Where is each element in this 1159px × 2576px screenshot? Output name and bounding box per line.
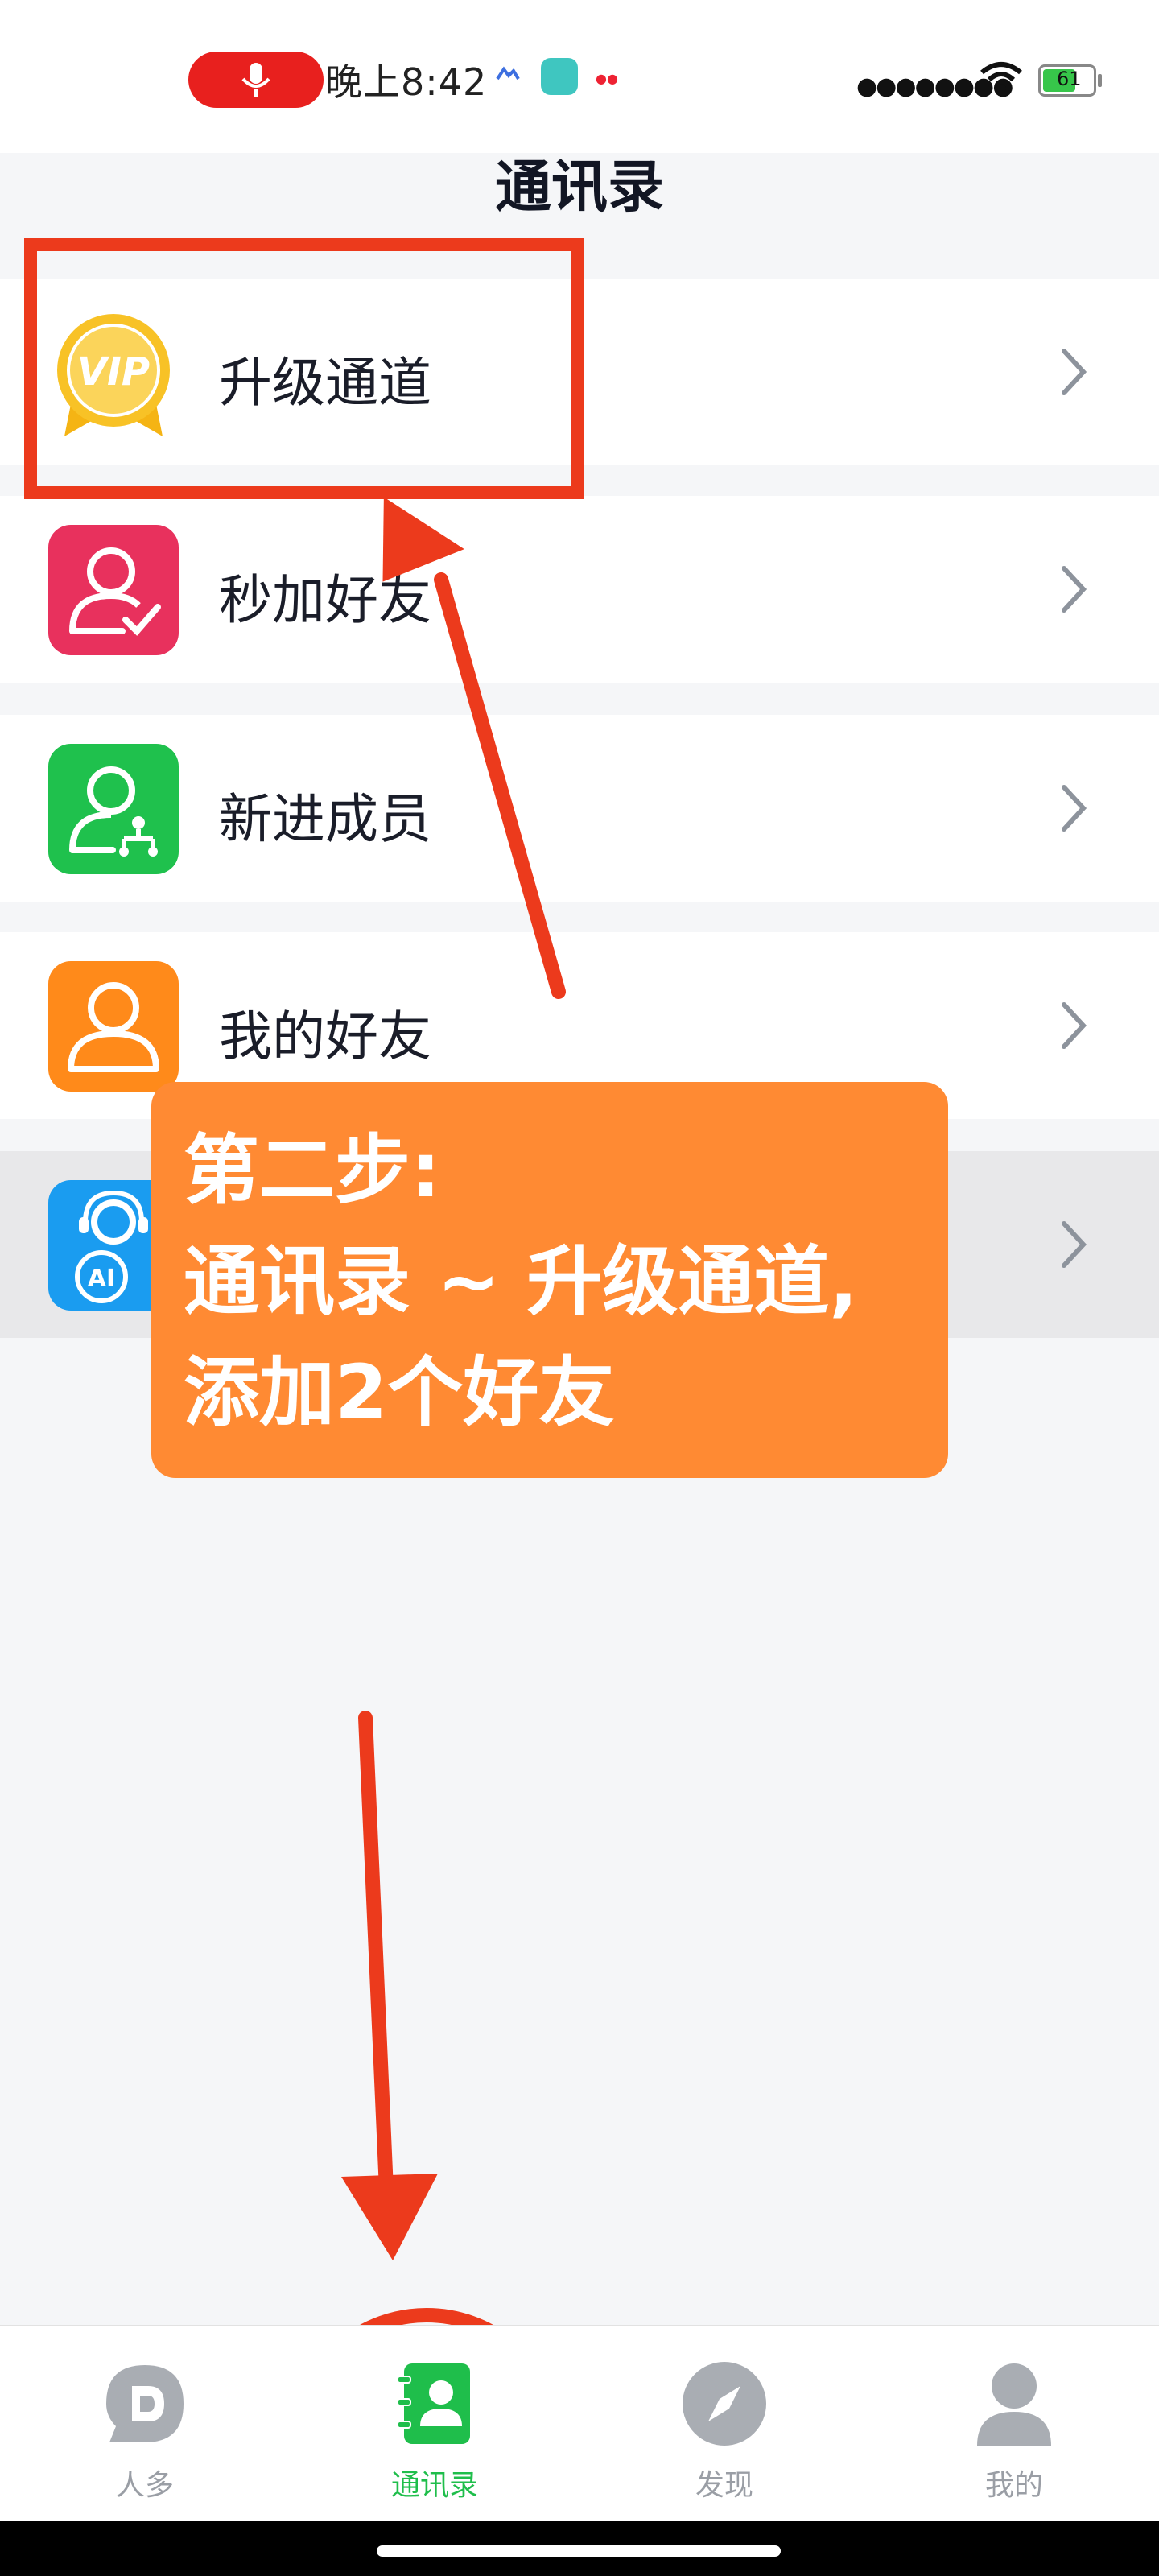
callout-line: 添加2个好友 — [184, 1349, 615, 1437]
profile-icon — [977, 2363, 1051, 2446]
tab-label: 我的 — [984, 2469, 1043, 2502]
compass-icon — [683, 2362, 766, 2446]
tab-discover[interactable]: 发现 — [604, 2359, 845, 2504]
tab-label: 通讯录 — [390, 2469, 478, 2502]
contacts-book-icon — [397, 2363, 470, 2444]
callout-line: 第二步: — [184, 1127, 441, 1215]
instruction-callout: 第二步: 通讯录 ~ 升级通道, 添加2个好友 — [151, 1082, 948, 1478]
tab-contacts[interactable]: 通讯录 — [314, 2359, 555, 2504]
tab-label: 发现 — [695, 2469, 753, 2502]
tab-chat[interactable]: 人多 — [24, 2359, 266, 2504]
callout-line: 通讯录 ~ 升级通道, — [184, 1238, 858, 1326]
tab-me[interactable]: 我的 — [893, 2359, 1135, 2504]
bottom-tab-bar: 人多 通讯录 发现 我的 — [0, 2325, 1159, 2523]
chat-logo-icon — [106, 2365, 184, 2442]
home-indicator[interactable] — [377, 2545, 781, 2557]
tab-label: 人多 — [115, 2469, 174, 2502]
